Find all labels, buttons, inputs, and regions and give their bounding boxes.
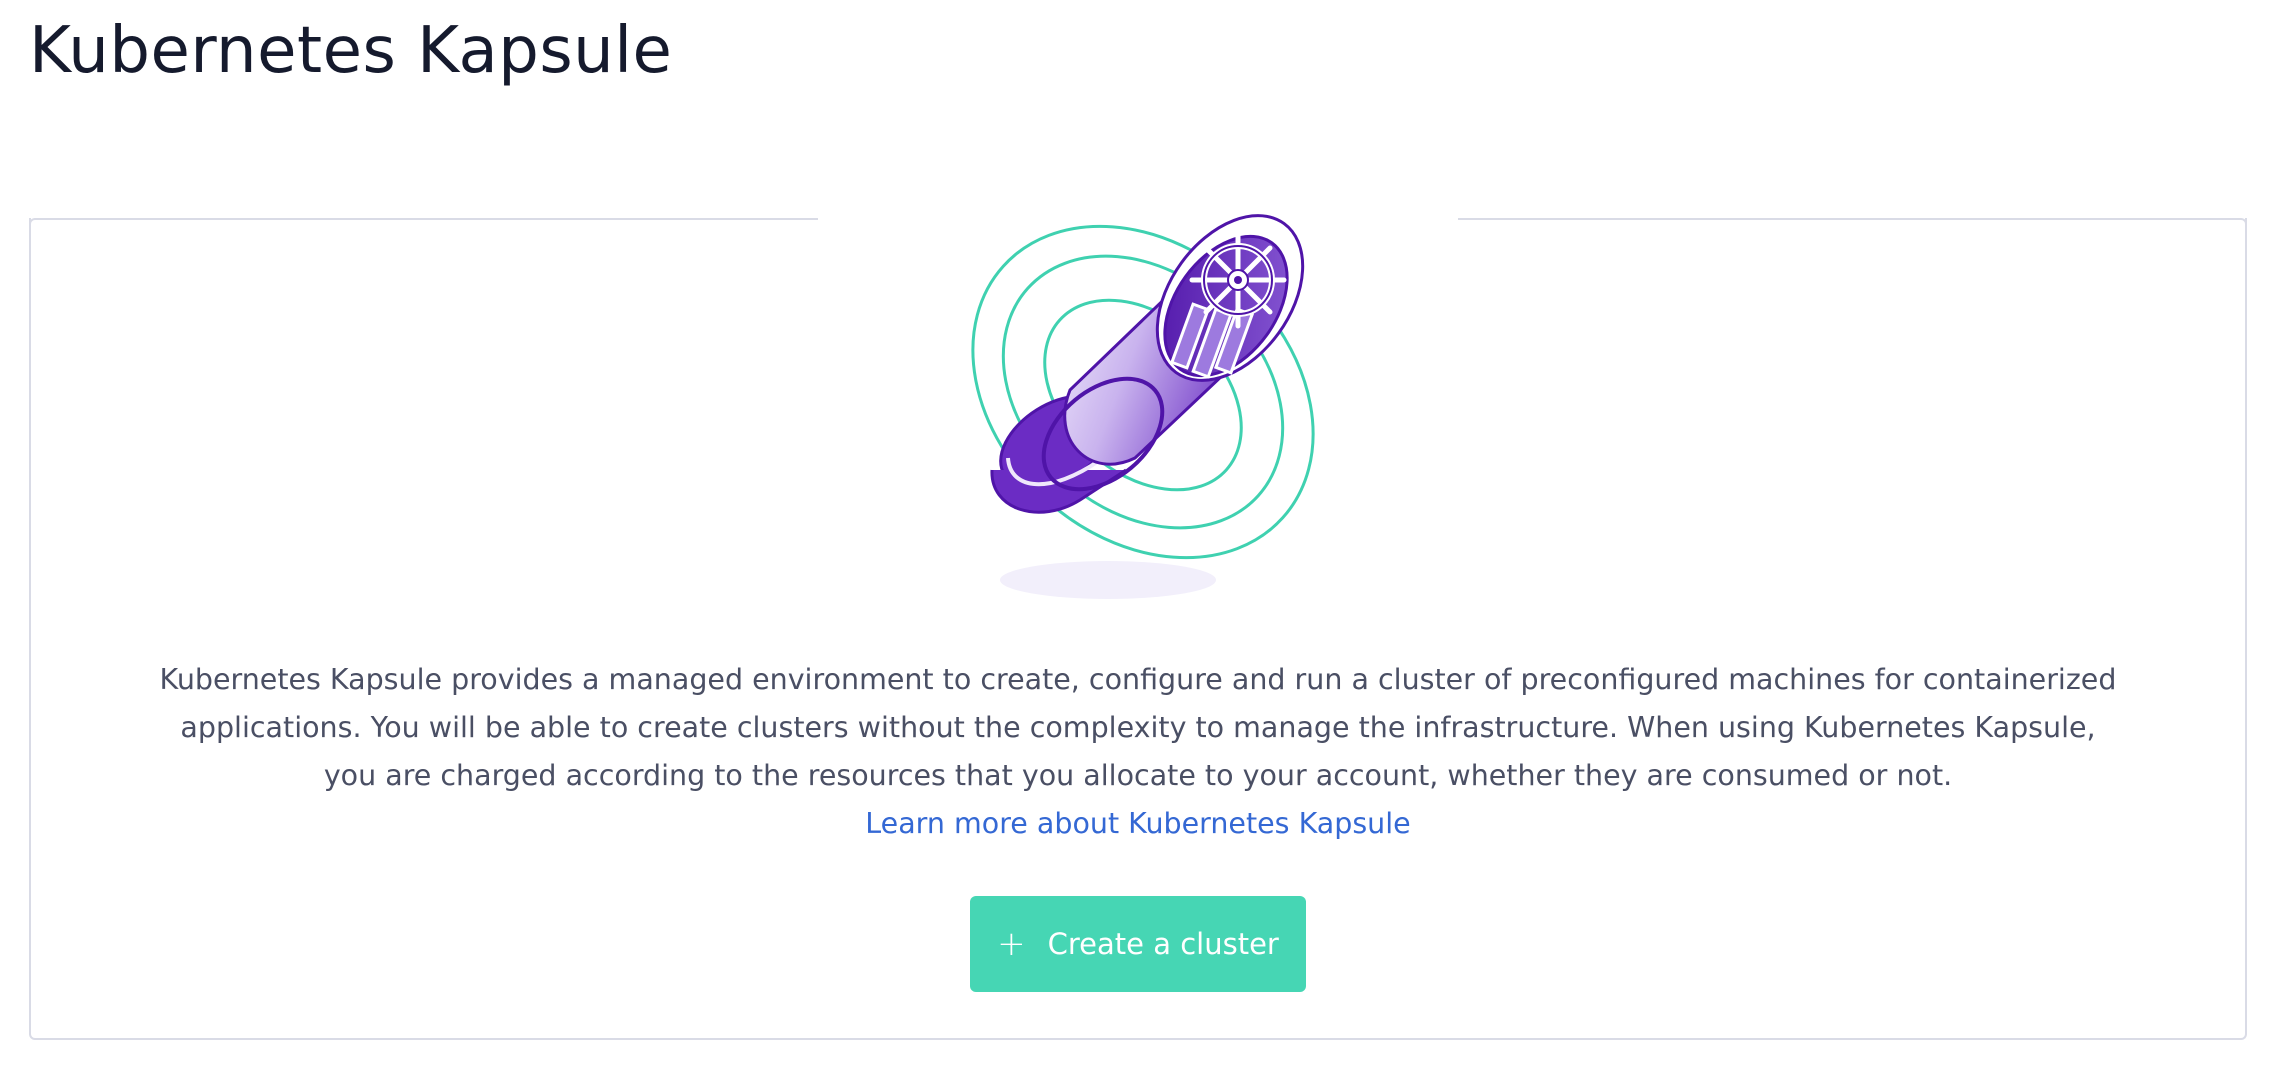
card-border-top-right: [1458, 218, 2247, 226]
card-border-top-left: [29, 218, 818, 226]
kubernetes-helm-icon: [1189, 231, 1287, 329]
plus-icon: +: [997, 924, 1026, 964]
empty-state-description: Kubernetes Kapsule provides a managed en…: [159, 663, 2117, 792]
page-title: Kubernetes Kapsule: [29, 14, 673, 88]
learn-more-link[interactable]: Learn more about Kubernetes Kapsule: [0, 800, 2276, 848]
create-cluster-label: Create a cluster: [1047, 927, 1279, 961]
capsule-shadow: [1000, 561, 1216, 599]
kubernetes-capsule-illustration: [971, 214, 1315, 599]
create-cluster-button[interactable]: + Create a cluster: [970, 896, 1306, 992]
